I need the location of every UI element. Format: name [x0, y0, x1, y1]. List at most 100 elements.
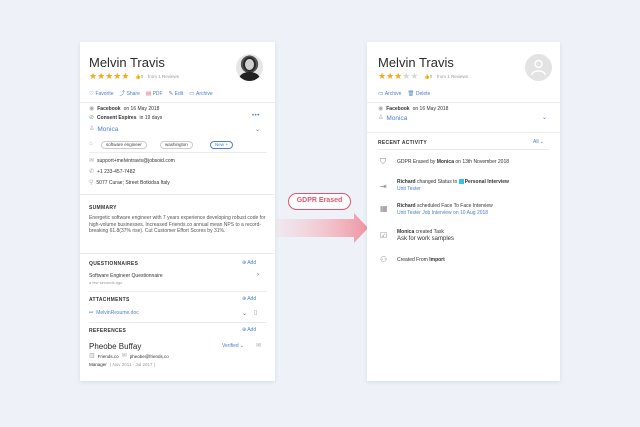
share-icon: ⤴: [119, 91, 126, 97]
activity-item: GDPR Erased by Monica on 13th November 2…: [397, 159, 510, 165]
status-change-icon: ⇥: [380, 182, 387, 191]
shield-icon: ⛉: [380, 157, 386, 166]
summary-text: Energetic software engineer with 7 years…: [89, 215, 266, 234]
source-row: ◉ Facebook on 16 May 2018: [89, 106, 160, 112]
star-icon[interactable]: ★: [89, 71, 97, 81]
chevron-down-icon: ⌄: [539, 139, 544, 145]
profile-actions: ▭ Archive 🗑 Delete: [378, 91, 430, 98]
profile-actions: ♡ Favorite ⤴ Share ▤ PDF ✎ Edit ▭ Archive: [89, 91, 213, 98]
activity-link[interactable]: Unit Tester Job Interview on 10 Aug 2018: [397, 210, 488, 216]
candidate-profile-card: Melvin Travis ★★★★★ 👍0 from 1 Reviews ♡ F…: [80, 42, 275, 381]
pdf-icon: ▤: [145, 91, 152, 97]
chevron-right-icon[interactable]: ›: [257, 272, 259, 278]
likes-count[interactable]: 👍0: [135, 72, 143, 81]
gdpr-erased-badge: GDPR Erased: [288, 193, 351, 210]
mail-icon: ✉: [89, 158, 95, 164]
consent-row: ⊘ Consent Expires in 19 days: [89, 115, 163, 121]
tags-row: ⌂: [89, 141, 93, 148]
archive-button[interactable]: ▭ Archive: [189, 91, 212, 98]
mail-icon[interactable]: ✉: [256, 342, 261, 349]
plus-circle-icon: ⊕: [242, 296, 247, 302]
erased-profile-card: Melvin Travis ★★★★★ 👍0 from 1 Reviews ▭ A…: [367, 42, 560, 381]
user-icon: ♙: [378, 115, 384, 121]
tag-chip[interactable]: washington: [160, 141, 193, 149]
check-circle-icon: ⊘: [89, 115, 95, 121]
rating-stars[interactable]: ★★★★★: [378, 72, 418, 81]
reference-role: Manager( Nov 2011 - Jul 2017 ): [89, 362, 156, 367]
status-color-swatch: [458, 179, 464, 185]
activity-item: Created From Import: [397, 257, 445, 263]
trash-icon: 🗑: [407, 91, 415, 97]
chevron-down-icon[interactable]: ⌄: [542, 114, 547, 121]
summary-title: SUMMARY: [89, 205, 117, 211]
add-attachment-button[interactable]: ⊕ Add: [242, 296, 256, 302]
heart-icon: ♡: [89, 91, 94, 97]
recent-activity-title: RECENT ACTIVITY: [378, 140, 428, 146]
candidate-name: Melvin Travis: [89, 55, 165, 70]
references-title: REFERENCES: [89, 328, 127, 334]
calendar-icon: ▦: [380, 204, 388, 213]
star-icon[interactable]: ★: [410, 71, 418, 81]
star-icon[interactable]: ★: [121, 71, 129, 81]
favorite-button[interactable]: ♡ Favorite: [89, 91, 114, 98]
activity-item: Richard scheduled Face To Face Interview…: [397, 203, 493, 216]
edit-icon: ✎: [168, 91, 174, 97]
pdf-button[interactable]: ▤ PDF: [146, 91, 163, 98]
activity-item: Richard changed Status to Personal Inter…: [397, 179, 509, 192]
reference-contact: ▥ Friends.co ✉ pheobe@friends.co: [89, 353, 169, 359]
questionnaire-time: a few seconds ago: [89, 280, 123, 285]
activity-item: Monica created Task Ask for work samples: [397, 229, 455, 242]
activity-link[interactable]: Unit Tester: [397, 186, 421, 192]
reviews-count: from 1 Reviews: [148, 74, 180, 79]
star-icon[interactable]: ★: [386, 71, 394, 81]
verified-dropdown[interactable]: Verified ⌄: [222, 343, 244, 349]
user-placeholder-icon: [531, 59, 546, 76]
import-user-icon: ⚇: [380, 255, 388, 264]
chevron-down-icon: ⌄: [239, 343, 244, 349]
more-options-icon[interactable]: •••: [252, 113, 260, 119]
star-icon[interactable]: ★: [97, 71, 105, 81]
paperclip-icon: ⚯: [89, 310, 94, 316]
add-tag-button[interactable]: New +: [210, 141, 233, 149]
questionnaire-name[interactable]: Software Engineer Questionnaire: [89, 273, 163, 279]
archive-icon: ▭: [189, 91, 195, 97]
task-icon: ☑: [380, 231, 388, 240]
owner-row[interactable]: ♙ Monica: [378, 115, 407, 122]
questionnaires-title: QUESTIONNAIRES: [89, 261, 139, 267]
owner-row[interactable]: ♙ Monica: [89, 126, 118, 133]
email-row[interactable]: ✉ support+melvintravis@jobsoid.com: [89, 158, 175, 165]
transition-arrow: [276, 213, 368, 243]
archive-icon: ▭: [378, 91, 384, 97]
chevron-down-icon[interactable]: ⌄: [242, 310, 247, 317]
share-button[interactable]: ⤴ Share: [120, 91, 140, 98]
candidate-name: Melvin Travis: [378, 55, 454, 70]
add-questionnaire-button[interactable]: ⊕ Add: [242, 260, 256, 266]
mail-icon: ✉: [121, 353, 127, 359]
source-icon: ◉: [89, 106, 95, 112]
edit-button[interactable]: ✎ Edit: [169, 91, 184, 98]
attachments-title: ATTACHMENTS: [89, 297, 130, 303]
building-icon: ▥: [89, 353, 95, 359]
trash-icon[interactable]: ▯: [254, 309, 257, 316]
phone-icon: ✆: [89, 169, 95, 175]
avatar-placeholder: [525, 54, 552, 81]
rating-stars[interactable]: ★★★★★: [89, 72, 129, 81]
plus-circle-icon: ⊕: [242, 327, 247, 333]
avatar: [236, 54, 263, 81]
reference-name: Pheobe Buffay: [89, 342, 142, 351]
phone-row[interactable]: ✆ +1 233-457-7482: [89, 169, 135, 176]
activity-filter-dropdown[interactable]: All ⌄: [533, 139, 544, 145]
source-row: ◉ Facebook on 16 May 2018: [378, 106, 449, 112]
star-icon[interactable]: ★: [378, 71, 386, 81]
user-icon: ♙: [89, 126, 95, 132]
address-row: ⚲ 5077 Curae; Street Botkidsa Italy: [89, 180, 170, 186]
chevron-down-icon[interactable]: ⌄: [255, 126, 260, 133]
likes-count[interactable]: 👍0: [424, 72, 432, 81]
tag-chip[interactable]: software engineer: [101, 141, 147, 149]
add-reference-button[interactable]: ⊕ Add: [242, 327, 256, 333]
attachment-item[interactable]: ⚯ MelvinResume.doc: [89, 310, 139, 317]
location-icon: ⚲: [89, 180, 94, 186]
delete-button[interactable]: 🗑 Delete: [407, 91, 430, 98]
archive-button[interactable]: ▭ Archive: [378, 91, 401, 98]
plus-circle-icon: ⊕: [242, 260, 247, 266]
